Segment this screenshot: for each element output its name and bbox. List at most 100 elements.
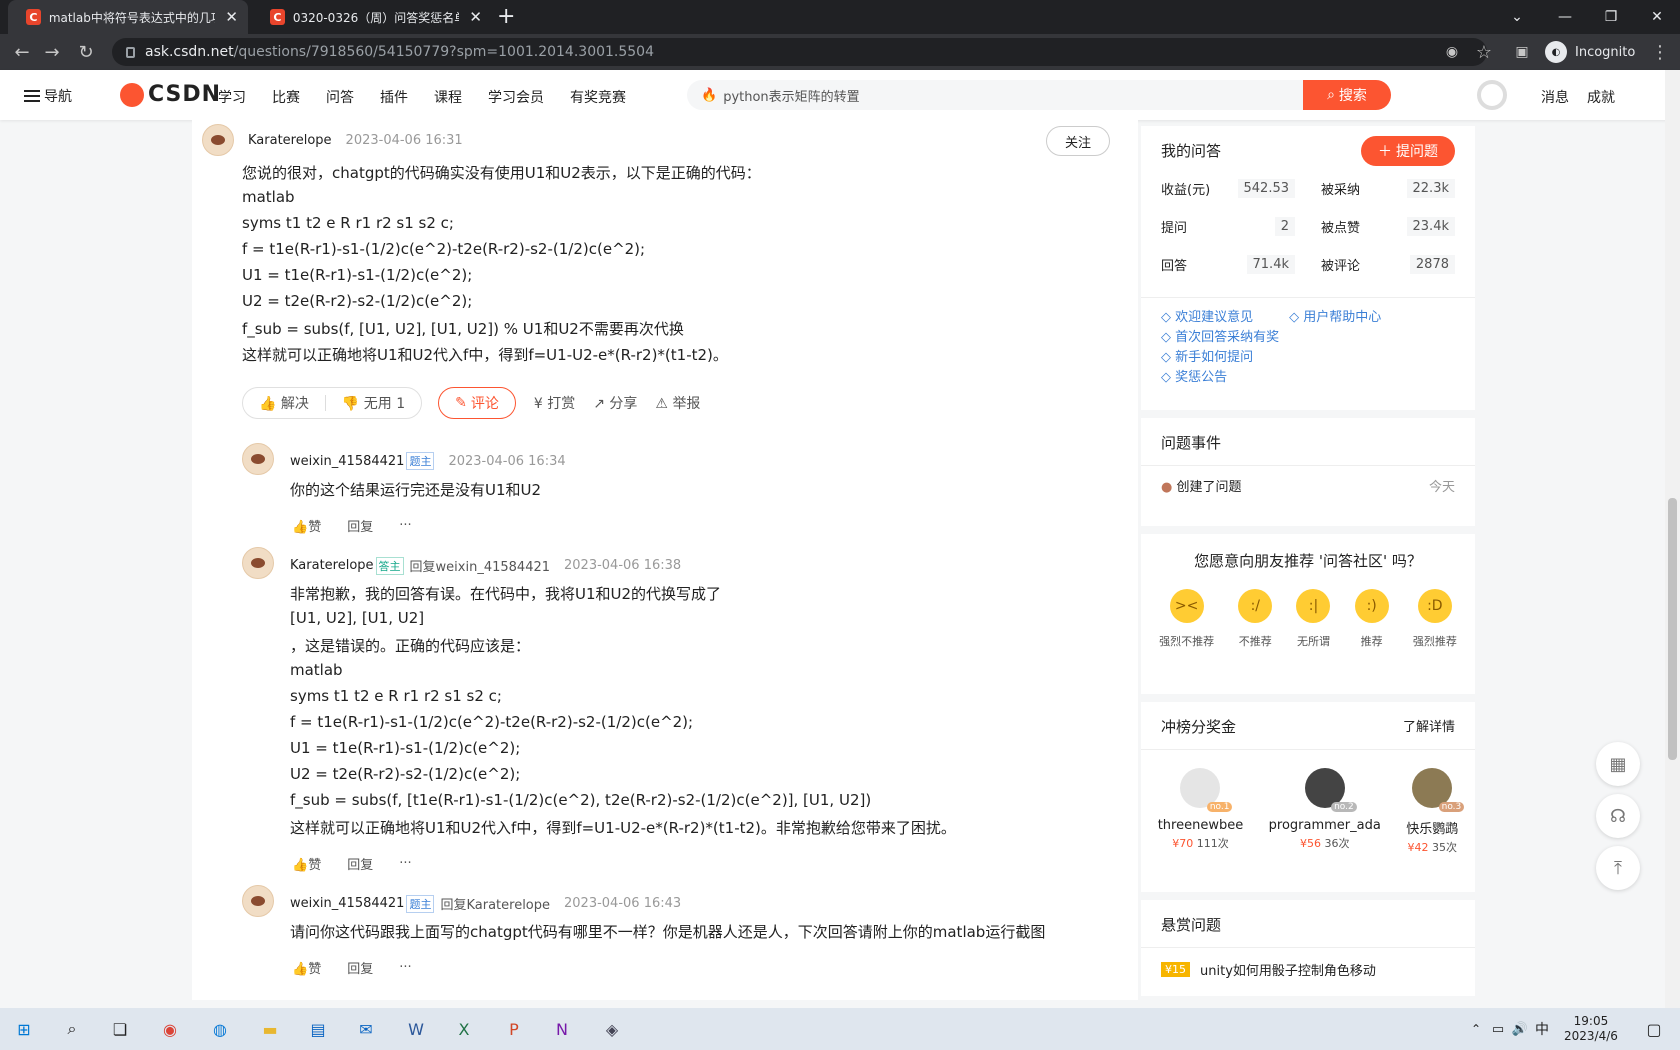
- reply-button[interactable]: 回复: [347, 854, 373, 873]
- maximize-button[interactable]: ❐: [1588, 0, 1634, 34]
- sidebar: 我的问答 ＋ 提问题 收益(元) 542.53 被采纳 22.3k 提问 2 被点赞 2…: [1141, 126, 1475, 1004]
- link-how-to-ask[interactable]: ◇ 新手如何提问: [1161, 348, 1455, 368]
- file-explorer-icon[interactable]: ▬: [256, 1015, 284, 1043]
- link-help-center[interactable]: ◇ 用户帮助中心: [1289, 310, 1381, 325]
- more-button[interactable]: ···: [399, 960, 411, 975]
- user-avatar[interactable]: [1477, 80, 1507, 110]
- powerpoint-icon[interactable]: P: [500, 1015, 528, 1043]
- bounty-item[interactable]: ¥15 unity如何用骰子控制角色移动: [1141, 947, 1475, 991]
- rating-strongly-not[interactable]: >< 强烈不推荐: [1159, 589, 1214, 649]
- nav-item-membership[interactable]: 学习会员: [488, 87, 544, 107]
- like-button[interactable]: 👍赞: [292, 958, 321, 977]
- close-tab-icon[interactable]: ✕: [469, 8, 482, 26]
- reply-to[interactable]: 回复Karaterelope: [440, 894, 550, 913]
- task-view-icon[interactable]: ❏: [106, 1015, 134, 1043]
- back-button[interactable]: ←: [10, 40, 34, 64]
- minimize-button[interactable]: —: [1542, 0, 1588, 34]
- solve-button[interactable]: 👍 解决: [243, 393, 325, 413]
- onenote-icon[interactable]: N: [548, 1015, 576, 1043]
- useless-button[interactable]: 👎 无用 1: [326, 393, 421, 413]
- nav-item-prize-contest[interactable]: 有奖竞赛: [570, 87, 626, 107]
- tab-search-chevron-icon[interactable]: ⌄: [1494, 0, 1540, 34]
- app-icon[interactable]: ◈: [598, 1015, 626, 1043]
- reply-button[interactable]: 回复: [347, 958, 373, 977]
- headset-icon[interactable]: ☊: [1596, 794, 1640, 838]
- rating-not[interactable]: :/ 不推荐: [1238, 589, 1273, 649]
- csdn-logo[interactable]: CSDN: [120, 82, 221, 107]
- more-button[interactable]: ···: [399, 518, 411, 533]
- leaderboard-entry[interactable]: no.2 programmer_ada ¥56 36次: [1269, 768, 1381, 855]
- comment-meta: Karaterelope 答主 回复weixin_41584421 2023-0…: [290, 556, 681, 575]
- forward-button[interactable]: →: [40, 40, 64, 64]
- new-tab-button[interactable]: +: [497, 4, 515, 30]
- incognito-indicator[interactable]: ◐ Incognito: [1545, 40, 1635, 64]
- share-button[interactable]: ↗ 分享: [593, 393, 637, 413]
- mail-icon[interactable]: ✉: [352, 1015, 380, 1043]
- more-button[interactable]: ···: [399, 856, 411, 871]
- store-icon[interactable]: ▤: [304, 1015, 332, 1043]
- answer-author[interactable]: Karaterelope: [248, 133, 332, 148]
- edge-icon[interactable]: ◍: [206, 1015, 234, 1043]
- leaderboard-entry[interactable]: no.1 threenewbee ¥70 111次: [1158, 768, 1243, 855]
- rating-recommend[interactable]: :) 推荐: [1354, 589, 1389, 649]
- clock[interactable]: 19:05 2023/4/6: [1564, 1014, 1618, 1044]
- scrollbar-thumb[interactable]: [1668, 498, 1677, 760]
- tracking-blocked-eye-icon[interactable]: ◉: [1440, 40, 1464, 64]
- leaderboard-entry[interactable]: no.3 快乐鹦鹉 ¥42 35次: [1406, 768, 1465, 855]
- comment-avatar[interactable]: [242, 885, 274, 917]
- like-button[interactable]: 👍赞: [292, 854, 321, 873]
- messages-link[interactable]: 消息: [1541, 87, 1569, 107]
- comment-avatar[interactable]: [242, 547, 274, 579]
- comment-user[interactable]: Karaterelope: [290, 558, 374, 573]
- nav-item-plugin[interactable]: 插件: [380, 87, 408, 107]
- nav-item-course[interactable]: 课程: [434, 87, 462, 107]
- search-input[interactable]: 🔥 python表示矩阵的转置: [687, 80, 1303, 110]
- page-scrollbar[interactable]: [1665, 70, 1680, 1008]
- nav-menu-button[interactable]: 导航: [24, 86, 72, 106]
- follow-button[interactable]: 关注: [1046, 126, 1110, 156]
- reply-to[interactable]: 回复weixin_41584421: [410, 556, 550, 575]
- nav-item-study[interactable]: 学习: [218, 87, 246, 107]
- tip-button[interactable]: ¥ 打赏: [534, 393, 575, 413]
- notifications-icon[interactable]: ▢: [1640, 1015, 1668, 1043]
- windows-start-icon[interactable]: ⊞: [10, 1015, 38, 1043]
- url-field[interactable]: ask.csdn.net/questions/7918560/54150779?…: [112, 38, 1487, 66]
- reload-button[interactable]: ↻: [74, 40, 98, 64]
- comment-avatar[interactable]: [242, 443, 274, 475]
- link-first-answer[interactable]: ◇ 首次回答采纳有奖: [1161, 328, 1455, 348]
- like-button[interactable]: 👍赞: [292, 516, 321, 535]
- answer-author-avatar[interactable]: [202, 124, 234, 156]
- search-button[interactable]: ⌕ 搜索: [1303, 80, 1391, 110]
- close-window-button[interactable]: ✕: [1634, 0, 1680, 34]
- chrome-icon[interactable]: ◉: [156, 1015, 184, 1043]
- leaderboard-details-link[interactable]: 了解详情: [1403, 716, 1455, 737]
- tab-matlab-question[interactable]: C matlab中将符号表达式中的几项 ✕: [8, 0, 248, 34]
- back-to-top-icon[interactable]: ⤒: [1596, 846, 1640, 890]
- close-tab-icon[interactable]: ✕: [225, 8, 238, 26]
- nav-item-qa[interactable]: 问答: [326, 87, 354, 107]
- browser-menu-icon[interactable]: ⋮: [1648, 40, 1672, 64]
- ime-indicator[interactable]: 中: [1528, 1015, 1556, 1043]
- rating-neutral[interactable]: :| 无所谓: [1296, 589, 1331, 649]
- nav-item-contest[interactable]: 比赛: [272, 87, 300, 107]
- excel-icon[interactable]: X: [450, 1015, 478, 1043]
- comment-user[interactable]: weixin_41584421: [290, 896, 404, 911]
- reply-button[interactable]: 回复: [347, 516, 373, 535]
- comment-button[interactable]: ✎ 评论: [438, 387, 516, 419]
- ask-question-button[interactable]: ＋ 提问题: [1361, 136, 1455, 166]
- hamburger-icon: [24, 90, 40, 102]
- link-feedback[interactable]: ◇ 欢迎建议意见: [1161, 310, 1253, 325]
- qr-code-icon[interactable]: ▦: [1596, 742, 1640, 786]
- word-icon[interactable]: W: [402, 1015, 430, 1043]
- side-panel-icon[interactable]: ▣: [1510, 40, 1534, 64]
- rank-money: ¥42: [1407, 841, 1429, 854]
- search-icon[interactable]: ⌕: [58, 1015, 86, 1043]
- report-button[interactable]: ⚠ 举报: [655, 393, 700, 413]
- comment-user[interactable]: weixin_41584421: [290, 454, 404, 469]
- bookmark-star-icon[interactable]: ☆: [1472, 40, 1496, 64]
- search-placeholder: python表示矩阵的转置: [723, 89, 860, 105]
- achievements-link[interactable]: 成就: [1587, 87, 1615, 107]
- tab-rewards-list[interactable]: C 0320-0326（周）问答奖惩名单 ✕: [252, 0, 492, 34]
- rating-strongly[interactable]: :D 强烈推荐: [1413, 589, 1457, 649]
- link-announcements[interactable]: ◇ 奖惩公告: [1161, 368, 1455, 388]
